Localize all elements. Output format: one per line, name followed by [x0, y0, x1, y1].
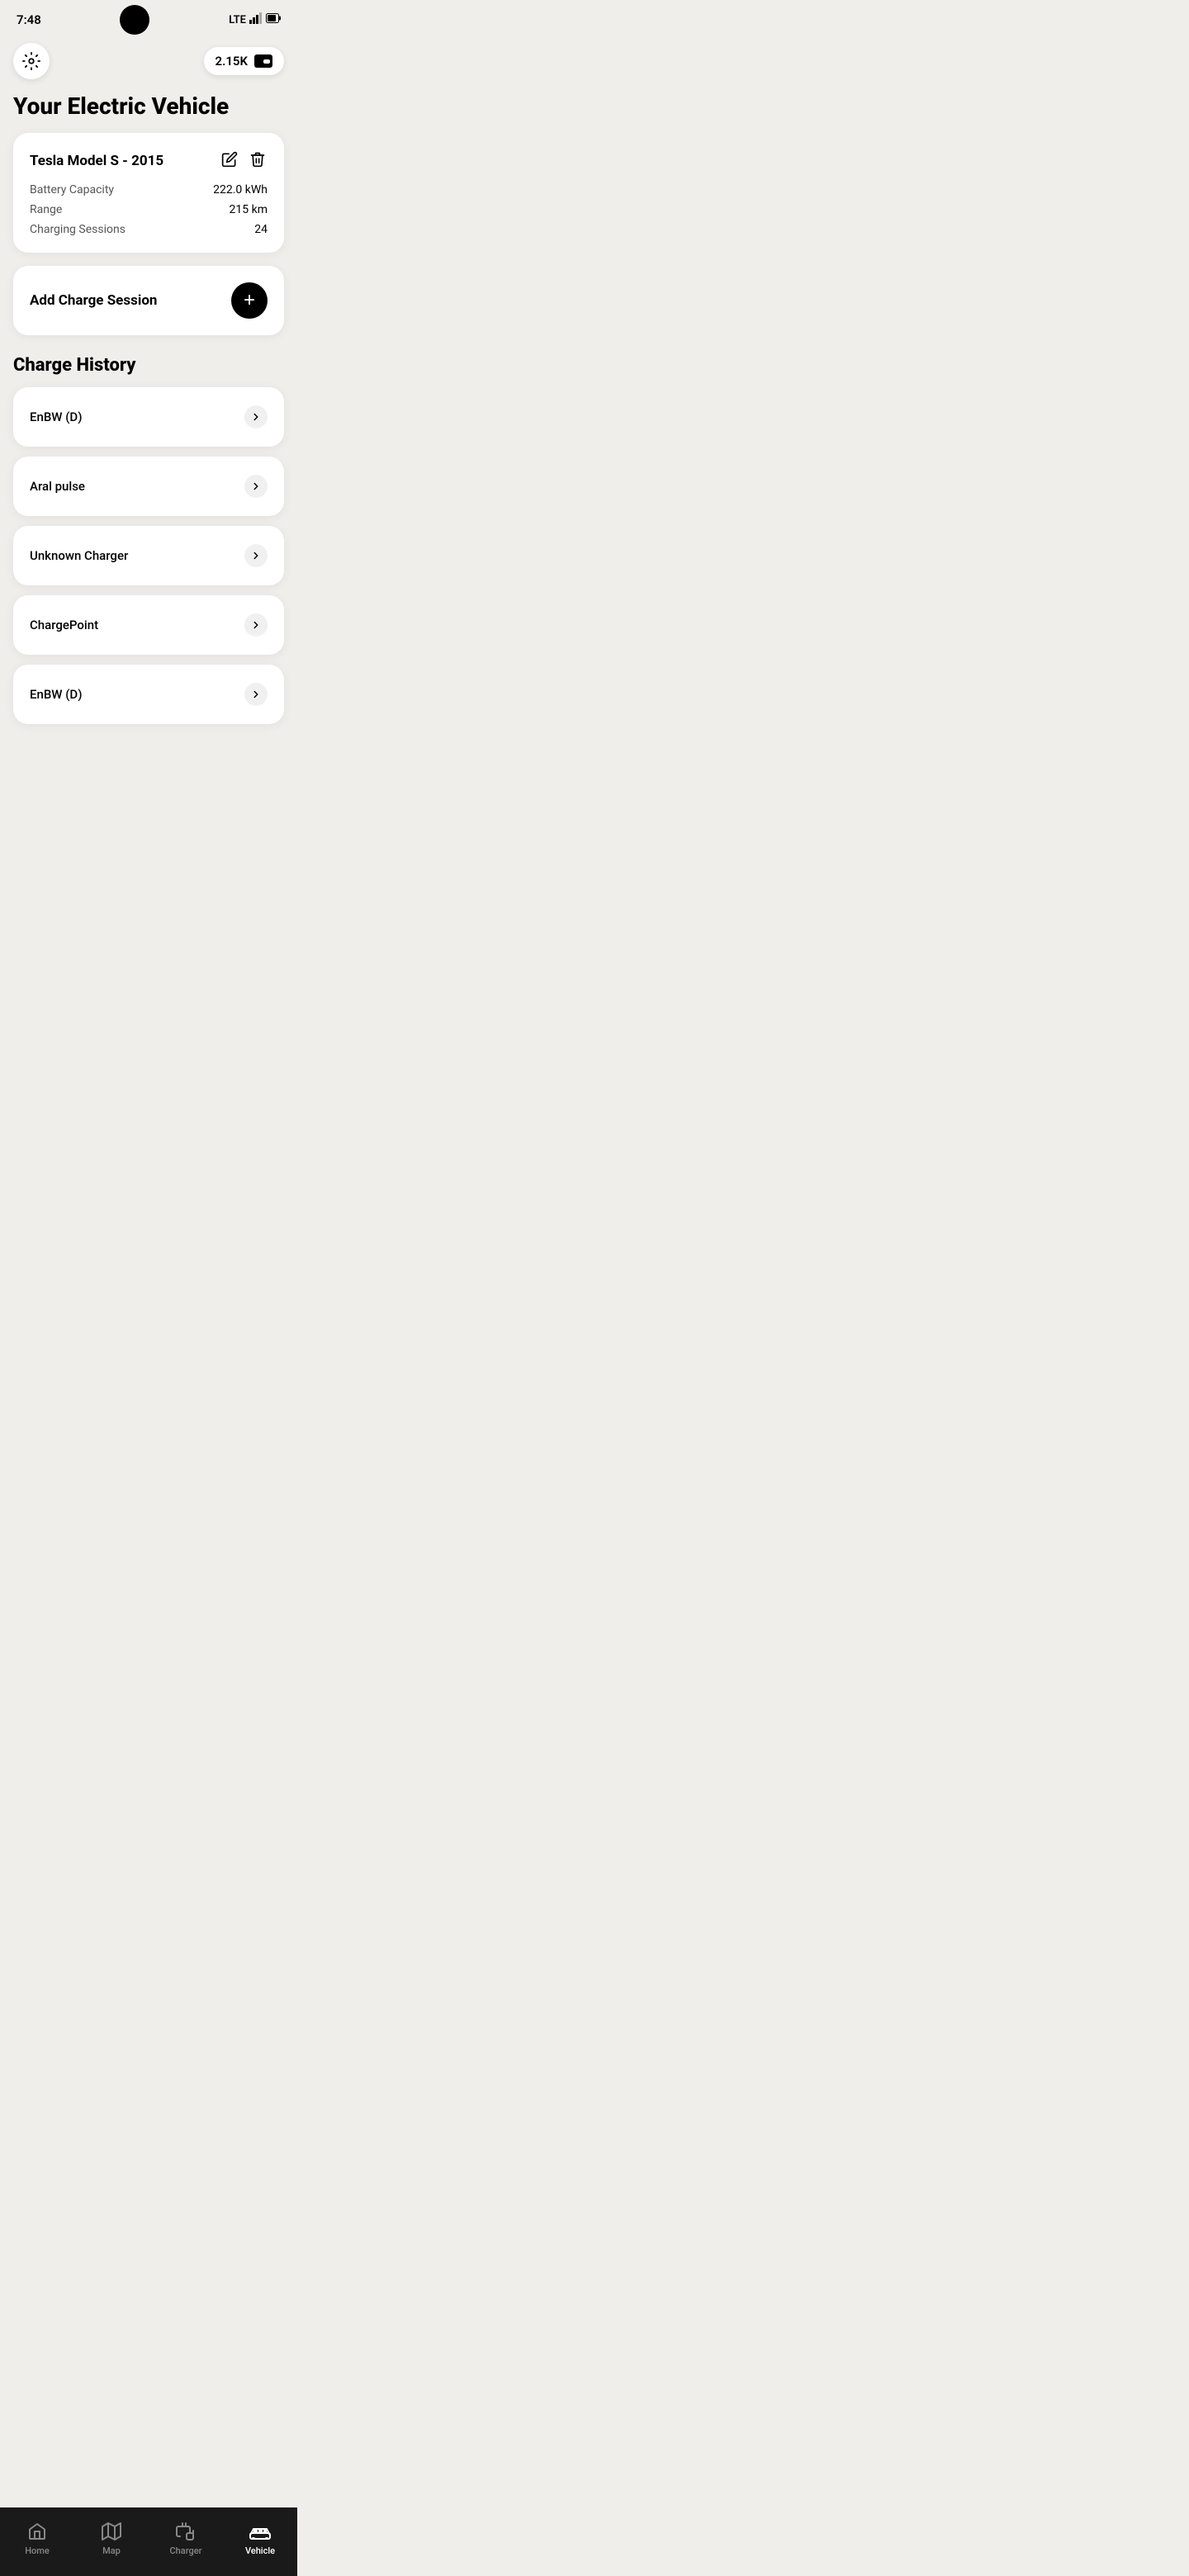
charge-history-list: EnBW (D) Aral pulse Unknown Charger: [13, 387, 284, 724]
list-item[interactable]: Unknown Charger: [13, 526, 284, 585]
credit-badge[interactable]: 2.15K: [204, 47, 284, 75]
wallet-icon: [254, 54, 272, 68]
vehicle-icon: [249, 2521, 271, 2542]
chevron-right-icon: [244, 405, 268, 429]
nav-label-vehicle: Vehicle: [245, 2545, 275, 2556]
list-item[interactable]: ChargePoint: [13, 595, 284, 655]
range-value: 215 km: [230, 203, 268, 216]
delete-vehicle-button[interactable]: [248, 149, 268, 172]
map-icon: [101, 2521, 122, 2542]
camera-indicator: [120, 5, 149, 35]
page-title: Your Electric Vehicle: [13, 92, 284, 120]
list-item[interactable]: EnBW (D): [13, 387, 284, 447]
range-row: Range 215 km: [30, 203, 268, 216]
vehicle-header: Tesla Model S - 2015: [30, 149, 268, 172]
signal-icon: [249, 12, 263, 27]
plus-icon: +: [244, 291, 255, 310]
charging-sessions-label: Charging Sessions: [30, 223, 126, 236]
chevron-right-icon: [244, 683, 268, 706]
battery-capacity-value: 222.0 kWh: [213, 183, 268, 197]
charge-item-name: ChargePoint: [30, 618, 98, 632]
charging-sessions-value: 24: [254, 223, 268, 236]
chevron-right-icon: [244, 475, 268, 498]
status-time: 7:48: [17, 12, 41, 27]
nav-label-home: Home: [25, 2545, 50, 2556]
bottom-spacer: [13, 741, 284, 815]
vehicle-name: Tesla Model S - 2015: [30, 153, 163, 169]
charge-item-name: Unknown Charger: [30, 548, 128, 563]
list-item[interactable]: Aral pulse: [13, 457, 284, 516]
nav-item-vehicle[interactable]: Vehicle: [223, 2517, 297, 2559]
nav-item-charger[interactable]: Charger: [149, 2517, 223, 2559]
charge-item-name: EnBW (D): [30, 687, 82, 702]
list-item[interactable]: EnBW (D): [13, 665, 284, 724]
battery-capacity-label: Battery Capacity: [30, 183, 114, 197]
nav-label-map: Map: [102, 2545, 121, 2556]
main-content: Your Electric Vehicle Tesla Model S - 20…: [0, 92, 297, 815]
status-right: LTE: [229, 12, 281, 27]
charger-icon: [175, 2521, 197, 2542]
add-session-button[interactable]: +: [231, 282, 268, 319]
lte-indicator: LTE: [229, 14, 246, 26]
credit-amount: 2.15K: [216, 54, 248, 69]
charge-item-name: Aral pulse: [30, 479, 85, 494]
chevron-right-icon: [244, 613, 268, 637]
status-center: [120, 5, 149, 35]
nav-item-map[interactable]: Map: [74, 2517, 149, 2559]
vehicle-actions: [220, 149, 268, 172]
charge-history-title: Charge History: [13, 355, 284, 376]
settings-button[interactable]: [13, 43, 50, 79]
range-label: Range: [30, 203, 62, 216]
charging-sessions-row: Charging Sessions 24: [30, 223, 268, 236]
top-bar: 2.15K: [0, 36, 297, 92]
add-session-label: Add Charge Session: [30, 292, 157, 309]
status-bar: 7:48 LTE: [0, 0, 297, 36]
add-session-card[interactable]: Add Charge Session +: [13, 266, 284, 335]
vehicle-card: Tesla Model S - 2015: [13, 133, 284, 253]
bottom-nav: Home Map Charger: [0, 2507, 297, 2576]
chevron-right-icon: [244, 544, 268, 567]
charge-item-name: EnBW (D): [30, 410, 82, 424]
nav-item-home[interactable]: Home: [0, 2517, 74, 2559]
home-icon: [26, 2521, 48, 2542]
edit-vehicle-button[interactable]: [220, 149, 239, 172]
battery-icon: [266, 13, 281, 26]
battery-capacity-row: Battery Capacity 222.0 kWh: [30, 183, 268, 197]
nav-label-charger: Charger: [169, 2545, 201, 2556]
